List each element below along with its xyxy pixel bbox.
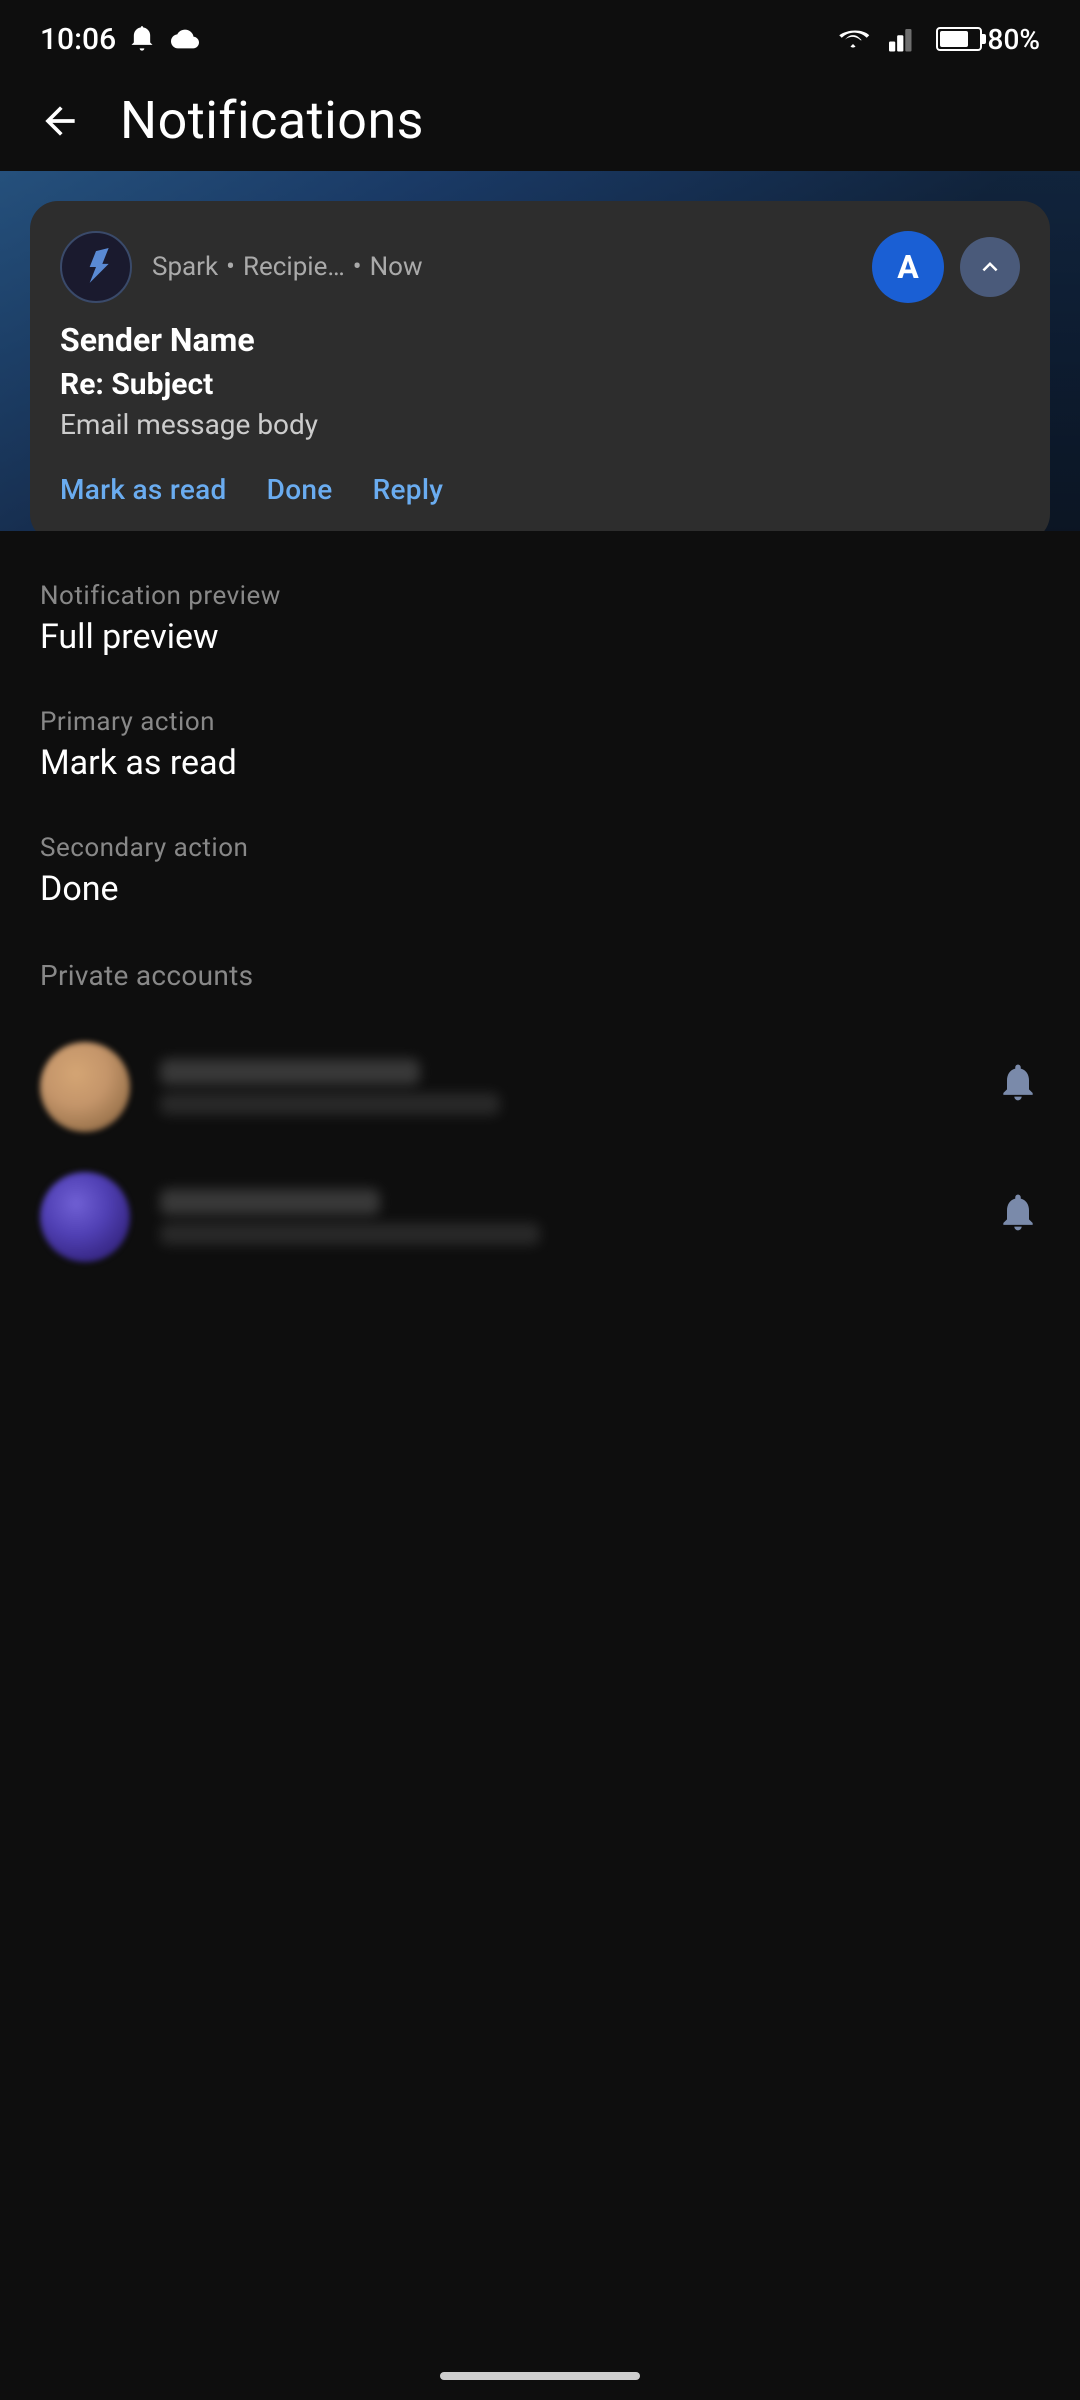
account-name-blur-1 (160, 1059, 420, 1085)
bell-icon-2[interactable] (996, 1190, 1040, 1244)
account-sub-blur-2 (160, 1223, 540, 1245)
status-left: 10:06 (40, 22, 202, 57)
done-action[interactable]: Done (267, 465, 333, 514)
account-left-2 (40, 1172, 540, 1262)
account-left-1 (40, 1042, 500, 1132)
mark-as-read-action[interactable]: Mark as read (60, 465, 227, 514)
notification-meta: Spark • Recipie… • Now (152, 252, 423, 282)
back-arrow-icon (38, 99, 82, 143)
notification-preview-label: Notification preview (40, 581, 1040, 611)
alert-icon (128, 25, 156, 53)
separator: • (226, 252, 235, 282)
battery-display: 80% (936, 23, 1040, 56)
notification-header-left: Spark • Recipie… • Now (60, 231, 872, 303)
spark-app-icon (60, 231, 132, 303)
primary-action-label: Primary action (40, 707, 1040, 737)
signal-icon (888, 24, 920, 54)
account-text-2 (160, 1189, 540, 1245)
time-display: 10:06 (40, 22, 116, 57)
timestamp: Now (370, 252, 423, 282)
page-title: Notifications (120, 90, 424, 151)
bell-svg-1 (996, 1060, 1040, 1104)
primary-action-setting[interactable]: Primary action Mark as read (40, 707, 1040, 783)
notification-sender: Sender Name (60, 321, 1020, 359)
home-indicator (440, 2372, 640, 2380)
account-sub-blur-1 (160, 1093, 500, 1115)
cloud-icon (168, 25, 202, 53)
spark-logo-icon (77, 248, 115, 286)
wifi-icon (834, 24, 872, 54)
notification-card: Spark • Recipie… • Now A Sender Nam (30, 201, 1050, 531)
notification-body: Email message body (60, 408, 1020, 441)
account-item-1[interactable] (40, 1022, 1040, 1152)
notification-subject: Re: Subject (60, 367, 1020, 402)
battery-percent: 80% (988, 23, 1040, 56)
account-text-1 (160, 1059, 500, 1115)
page-header: Notifications (0, 70, 1080, 171)
status-bar: 10:06 80% (0, 0, 1080, 70)
settings-content: Notification preview Full preview Primar… (0, 541, 1080, 1282)
bell-svg-2 (996, 1190, 1040, 1234)
secondary-action-setting[interactable]: Secondary action Done (40, 833, 1040, 909)
private-accounts-title: Private accounts (40, 959, 1040, 992)
battery-icon (936, 27, 982, 51)
chevron-up-icon (975, 252, 1005, 282)
collapse-button[interactable] (960, 237, 1020, 297)
separator2: • (353, 252, 362, 282)
back-button[interactable] (30, 91, 90, 151)
notification-card-header: Spark • Recipie… • Now A (60, 231, 1020, 303)
account-item-2[interactable] (40, 1152, 1040, 1282)
notification-header-right: A (872, 231, 1020, 303)
primary-action-value: Mark as read (40, 743, 1040, 783)
app-name: Spark (152, 252, 218, 282)
notification-preview-setting[interactable]: Notification preview Full preview (40, 581, 1040, 657)
secondary-action-label: Secondary action (40, 833, 1040, 863)
secondary-action-value: Done (40, 869, 1040, 909)
notification-actions: Mark as read Done Reply (60, 465, 1020, 514)
notification-preview-value: Full preview (40, 617, 1040, 657)
bell-icon-1[interactable] (996, 1060, 1040, 1114)
account-avatar-1 (40, 1042, 130, 1132)
account-avatar-2 (40, 1172, 130, 1262)
reply-action[interactable]: Reply (373, 465, 444, 514)
notification-app-line: Spark • Recipie… • Now (152, 252, 423, 282)
recipient: Recipie… (243, 252, 345, 282)
sender-avatar: A (872, 231, 944, 303)
notification-preview-area: Spark • Recipie… • Now A Sender Nam (0, 171, 1080, 531)
status-right: 80% (834, 23, 1040, 56)
account-name-blur-2 (160, 1189, 380, 1215)
